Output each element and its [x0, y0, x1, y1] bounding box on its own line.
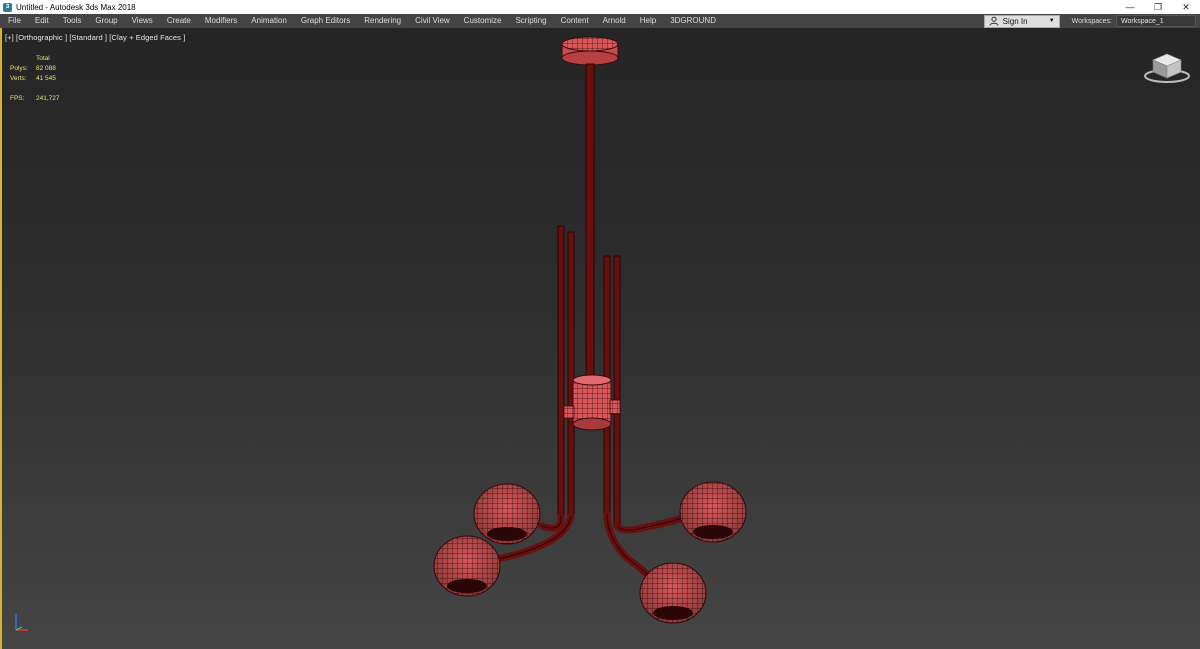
menu-3dground[interactable]: 3DGROUND — [663, 14, 723, 28]
menu-modifiers[interactable]: Modifiers — [198, 14, 244, 28]
menu-civil-view[interactable]: Civil View — [408, 14, 457, 28]
menu-animation[interactable]: Animation — [244, 14, 294, 28]
workspaces-label: Workspaces: — [1071, 17, 1112, 25]
chevron-down-icon: ▼ — [1048, 18, 1055, 24]
menu-create[interactable]: Create — [160, 14, 198, 28]
window-title: Untitled - Autodesk 3ds Max 2018 — [16, 2, 136, 12]
chandelier-model[interactable] — [2, 28, 1200, 649]
menu-arnold[interactable]: Arnold — [596, 14, 633, 28]
menu-rendering[interactable]: Rendering — [357, 14, 408, 28]
viewcube-icon[interactable] — [1142, 50, 1192, 86]
3dsmax-app-icon: 3 — [3, 2, 12, 12]
sign-in-label: Sign In — [1002, 16, 1028, 26]
menu-bar: File Edit Tools Group Views Create Modif… — [0, 14, 1200, 28]
menu-scripting[interactable]: Scripting — [508, 14, 553, 28]
menu-help[interactable]: Help — [633, 14, 663, 28]
minimize-button[interactable]: — — [1116, 0, 1144, 14]
axis-tripod-icon — [15, 614, 28, 631]
globe-lower-right — [639, 562, 707, 624]
fps-value: 241,727 — [36, 95, 60, 102]
menu-customize[interactable]: Customize — [457, 14, 509, 28]
menu-content[interactable]: Content — [554, 14, 596, 28]
ceiling-canopy — [561, 36, 619, 66]
close-button[interactable]: ✕ — [1172, 0, 1200, 14]
globe-lower-left — [433, 535, 501, 597]
restore-button[interactable]: ❐ — [1144, 0, 1172, 14]
menu-edit[interactable]: Edit — [28, 14, 56, 28]
verts-label: Verts: — [10, 75, 27, 82]
verts-value: 41 545 — [36, 75, 56, 82]
globe-upper-left — [473, 483, 541, 545]
menu-file[interactable]: File — [0, 14, 28, 28]
menu-graph-editors[interactable]: Graph Editors — [294, 14, 357, 28]
menu-group[interactable]: Group — [88, 14, 124, 28]
viewport-label[interactable]: [+] [Orthographic ] [Standard ] [Clay + … — [5, 33, 185, 42]
polys-value: 82 088 — [36, 65, 56, 72]
perspective-viewport[interactable]: [+] [Orthographic ] [Standard ] [Clay + … — [0, 28, 1200, 649]
viewport-statistics: Total Polys: 82 088 Verts: 41 545 FPS: 241,… — [10, 54, 60, 104]
menu-views[interactable]: Views — [125, 14, 160, 28]
main-rod — [585, 63, 595, 383]
user-icon — [988, 16, 1000, 27]
fps-label: FPS: — [10, 95, 25, 102]
sign-in-dropdown[interactable]: Sign In ▼ — [983, 14, 1060, 28]
menu-tools[interactable]: Tools — [56, 14, 89, 28]
stats-header: Total — [36, 55, 50, 62]
workspace-select[interactable]: Workspace_1 — [1116, 15, 1196, 27]
polys-label: Polys: — [10, 65, 28, 72]
globe-upper-right — [679, 481, 747, 543]
title-bar: 3 Untitled - Autodesk 3ds Max 2018 — ❐ ✕ — [0, 0, 1200, 14]
